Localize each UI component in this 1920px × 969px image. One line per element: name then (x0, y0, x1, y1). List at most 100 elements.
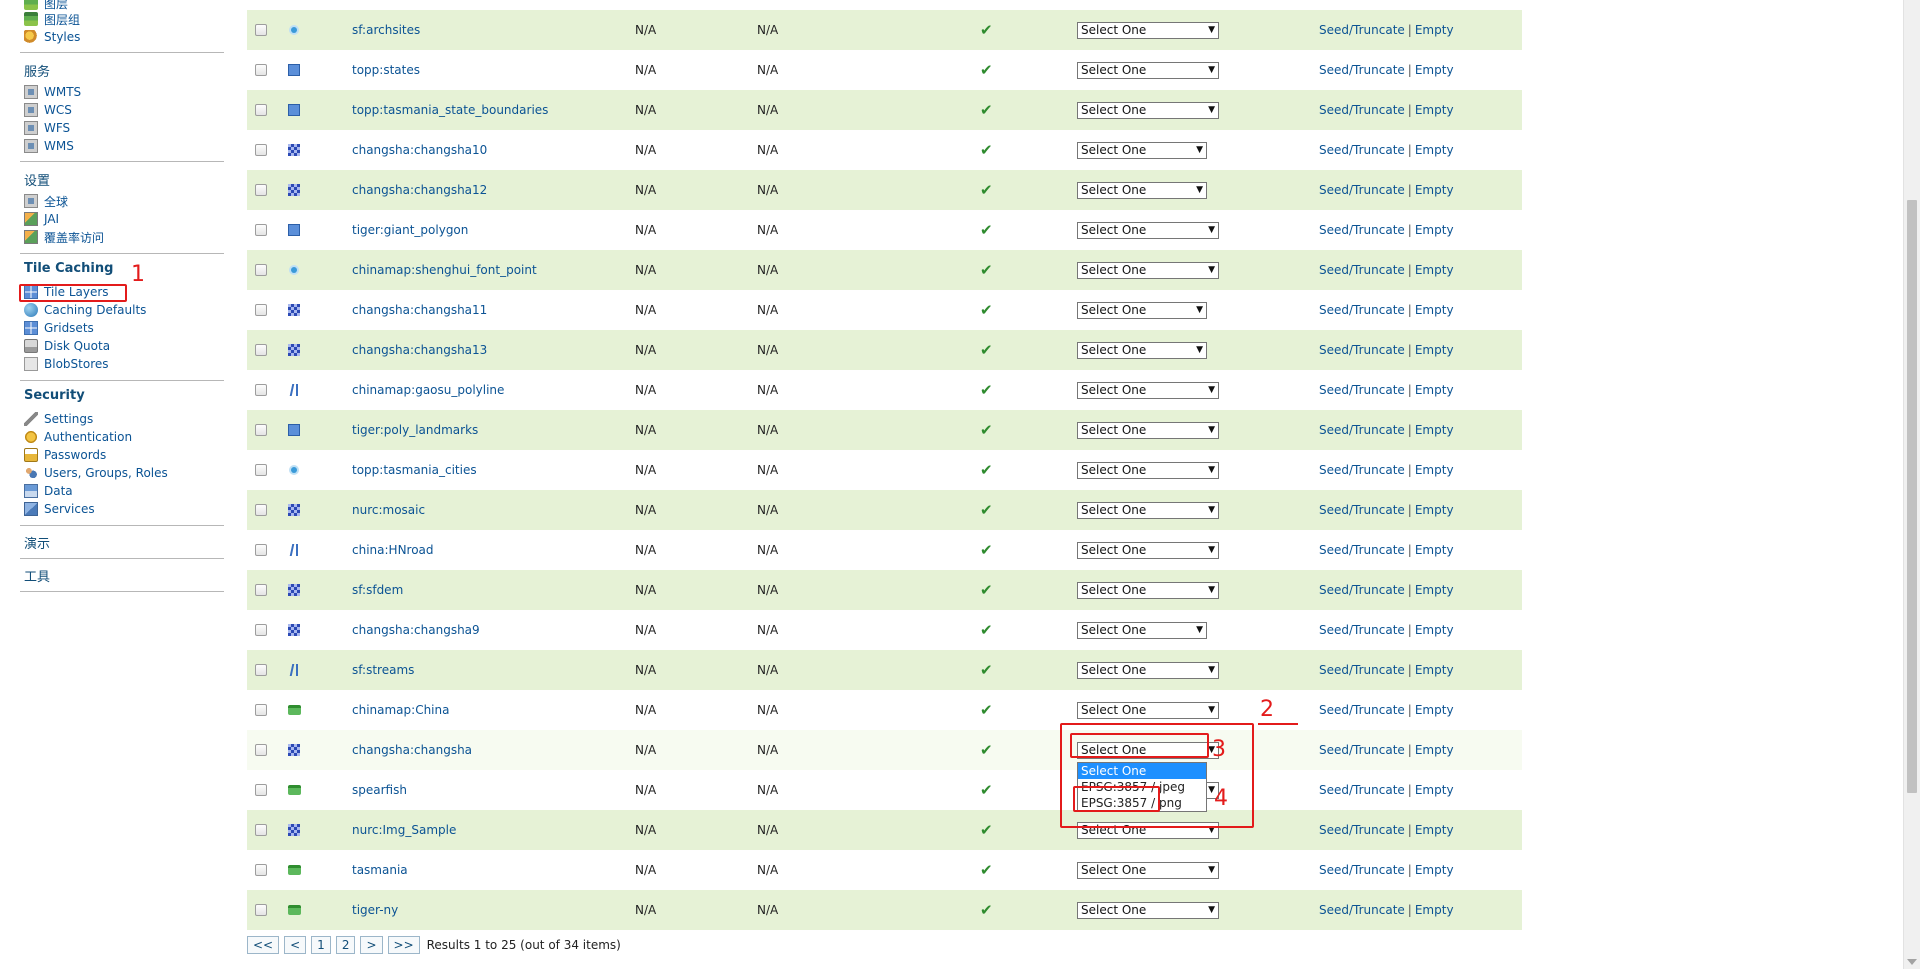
empty-link[interactable]: Empty (1415, 543, 1454, 557)
last-page-button[interactable]: >> (387, 936, 420, 954)
preview-format-select[interactable]: Select One ▼ (1077, 610, 1207, 650)
sidebar-item-services-security[interactable]: Services (20, 500, 95, 518)
seed-truncate-link[interactable]: Seed/Truncate (1319, 783, 1405, 797)
sidebar-item-security-settings[interactable]: Settings (20, 410, 93, 428)
empty-link[interactable]: Empty (1415, 743, 1454, 757)
row-checkbox[interactable] (255, 650, 267, 690)
row-checkbox[interactable] (255, 450, 267, 490)
seed-truncate-link[interactable]: Seed/Truncate (1319, 303, 1405, 317)
seed-truncate-link[interactable]: Seed/Truncate (1319, 703, 1405, 717)
seed-truncate-link[interactable]: Seed/Truncate (1319, 503, 1405, 517)
row-checkbox[interactable] (255, 250, 267, 290)
first-page-button[interactable]: << (247, 936, 280, 954)
seed-truncate-link[interactable]: Seed/Truncate (1319, 463, 1405, 477)
row-checkbox[interactable] (255, 530, 267, 570)
layer-name-link[interactable]: chinamap:China (352, 690, 449, 730)
empty-link[interactable]: Empty (1415, 703, 1454, 717)
row-checkbox[interactable] (255, 890, 267, 930)
empty-link[interactable]: Empty (1415, 423, 1454, 437)
vertical-scrollbar[interactable] (1903, 0, 1920, 969)
sidebar-item-blobstores[interactable]: BlobStores (20, 355, 109, 373)
sidebar-item-wmts[interactable]: WMTS (20, 83, 81, 101)
layer-name-link[interactable]: changsha:changsha9 (352, 610, 480, 650)
sidebar-item-layer-groups[interactable]: 图层组 (20, 10, 80, 28)
empty-link[interactable]: Empty (1415, 223, 1454, 237)
layer-name-link[interactable]: topp:tasmania_state_boundaries (352, 90, 548, 130)
empty-link[interactable]: Empty (1415, 463, 1454, 477)
row-checkbox[interactable] (255, 370, 267, 410)
empty-link[interactable]: Empty (1415, 343, 1454, 357)
empty-link[interactable]: Empty (1415, 63, 1454, 77)
row-checkbox[interactable] (255, 810, 267, 850)
seed-truncate-link[interactable]: Seed/Truncate (1319, 823, 1405, 837)
page-2-button[interactable]: 2 (335, 936, 356, 954)
preview-format-select[interactable]: Select One ▼ (1077, 330, 1207, 370)
layer-name-link[interactable]: tiger:giant_polygon (352, 210, 468, 250)
row-checkbox[interactable] (255, 490, 267, 530)
empty-link[interactable]: Empty (1415, 663, 1454, 677)
seed-truncate-link[interactable]: Seed/Truncate (1319, 583, 1405, 597)
preview-format-select[interactable]: Select One ▼ (1077, 90, 1219, 130)
empty-link[interactable]: Empty (1415, 623, 1454, 637)
empty-link[interactable]: Empty (1415, 303, 1454, 317)
seed-truncate-link[interactable]: Seed/Truncate (1319, 623, 1405, 637)
sidebar-item-global[interactable]: 全球 (20, 192, 68, 210)
seed-truncate-link[interactable]: Seed/Truncate (1319, 383, 1405, 397)
row-checkbox[interactable] (255, 50, 267, 90)
preview-format-select[interactable]: Select One ▼ (1077, 290, 1207, 330)
empty-link[interactable]: Empty (1415, 823, 1454, 837)
layer-name-link[interactable]: sf:archsites (352, 10, 420, 50)
preview-format-select[interactable]: Select One ▼ (1077, 250, 1219, 290)
preview-format-select[interactable]: Select One ▼ (1077, 10, 1219, 50)
row-checkbox[interactable] (255, 130, 267, 170)
row-checkbox[interactable] (255, 410, 267, 450)
layer-name-link[interactable]: tiger-ny (352, 890, 398, 930)
prev-page-button[interactable]: < (284, 936, 307, 954)
empty-link[interactable]: Empty (1415, 783, 1454, 797)
seed-truncate-link[interactable]: Seed/Truncate (1319, 223, 1405, 237)
preview-format-select[interactable]: Select One ▼ (1077, 130, 1207, 170)
seed-truncate-link[interactable]: Seed/Truncate (1319, 343, 1405, 357)
layer-name-link[interactable]: changsha:changsha12 (352, 170, 487, 210)
seed-truncate-link[interactable]: Seed/Truncate (1319, 743, 1405, 757)
preview-format-select[interactable]: Select One ▼ (1077, 650, 1219, 690)
preview-format-select[interactable]: Select One ▼ (1077, 850, 1219, 890)
seed-truncate-link[interactable]: Seed/Truncate (1319, 143, 1405, 157)
seed-truncate-link[interactable]: Seed/Truncate (1319, 263, 1405, 277)
seed-truncate-link[interactable]: Seed/Truncate (1319, 23, 1405, 37)
sidebar-item-wfs[interactable]: WFS (20, 119, 70, 137)
row-checkbox[interactable] (255, 850, 267, 890)
preview-format-select[interactable]: Select One ▼ (1077, 570, 1219, 610)
row-checkbox[interactable] (255, 210, 267, 250)
sidebar-item-disk-quota[interactable]: Disk Quota (20, 337, 110, 355)
row-checkbox[interactable] (255, 610, 267, 650)
seed-truncate-link[interactable]: Seed/Truncate (1319, 103, 1405, 117)
layer-name-link[interactable]: china:HNroad (352, 530, 434, 570)
sidebar-item-wms[interactable]: WMS (20, 137, 74, 155)
preview-format-select[interactable]: Select One ▼ (1077, 530, 1219, 570)
seed-truncate-link[interactable]: Seed/Truncate (1319, 663, 1405, 677)
sidebar-item-authentication[interactable]: Authentication (20, 428, 132, 446)
preview-format-select[interactable]: Select One ▼ (1077, 210, 1219, 250)
seed-truncate-link[interactable]: Seed/Truncate (1319, 423, 1405, 437)
preview-format-select[interactable]: Select One ▼ (1077, 170, 1207, 210)
empty-link[interactable]: Empty (1415, 383, 1454, 397)
preview-format-select[interactable]: Select One ▼ (1077, 890, 1219, 930)
layer-name-link[interactable]: changsha:changsha13 (352, 330, 487, 370)
preview-format-select[interactable]: Select One ▼ (1077, 410, 1219, 450)
sidebar-item-gridsets[interactable]: Gridsets (20, 319, 94, 337)
row-checkbox[interactable] (255, 290, 267, 330)
row-checkbox[interactable] (255, 170, 267, 210)
row-checkbox[interactable] (255, 730, 267, 770)
sidebar-item-wcs[interactable]: WCS (20, 101, 72, 119)
preview-format-select[interactable]: Select One ▼ (1077, 450, 1219, 490)
seed-truncate-link[interactable]: Seed/Truncate (1319, 183, 1405, 197)
layer-name-link[interactable]: chinamap:gaosu_polyline (352, 370, 504, 410)
sidebar-item-users-groups-roles[interactable]: Users, Groups, Roles (20, 464, 168, 482)
empty-link[interactable]: Empty (1415, 863, 1454, 877)
layer-name-link[interactable]: changsha:changsha11 (352, 290, 487, 330)
seed-truncate-link[interactable]: Seed/Truncate (1319, 863, 1405, 877)
layer-name-link[interactable]: chinamap:shenghui_font_point (352, 250, 537, 290)
seed-truncate-link[interactable]: Seed/Truncate (1319, 903, 1405, 917)
empty-link[interactable]: Empty (1415, 503, 1454, 517)
